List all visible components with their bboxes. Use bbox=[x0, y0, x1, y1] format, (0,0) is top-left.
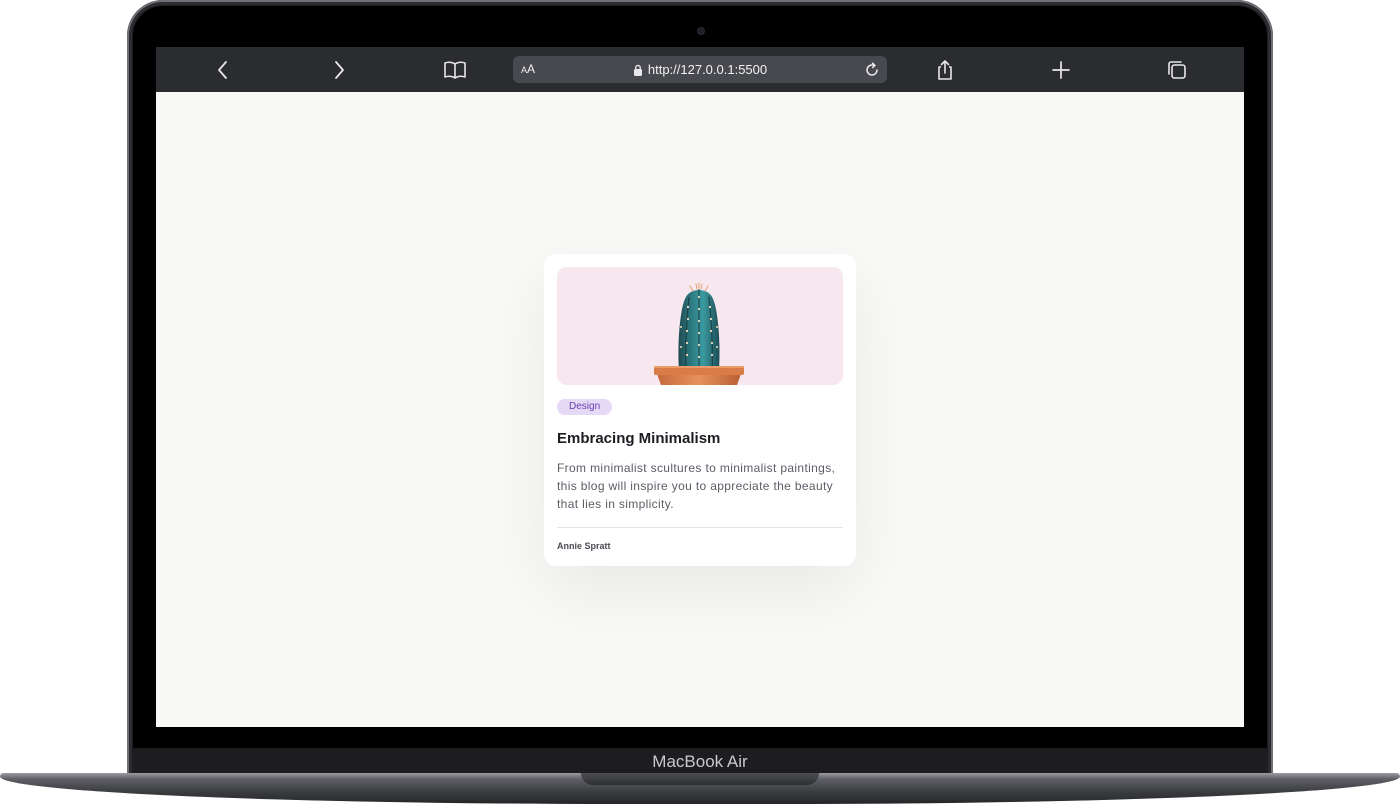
tabs-icon bbox=[1168, 61, 1186, 79]
chevron-right-icon bbox=[335, 61, 344, 79]
new-tab-button[interactable] bbox=[1046, 55, 1076, 85]
forward-button[interactable] bbox=[324, 55, 354, 85]
camera-icon bbox=[697, 27, 705, 35]
card-image bbox=[557, 267, 843, 385]
category-badge[interactable]: Design bbox=[557, 399, 613, 415]
blog-card[interactable]: Design Embracing Minimalism From minimal… bbox=[544, 254, 856, 566]
url-text: http://127.0.0.1:5500 bbox=[647, 62, 768, 77]
book-icon bbox=[444, 61, 466, 79]
back-button[interactable] bbox=[208, 55, 238, 85]
lock-icon bbox=[633, 64, 642, 76]
card-author: Annie Spratt bbox=[557, 541, 611, 551]
reload-button[interactable] bbox=[862, 60, 881, 79]
laptop-base-notch bbox=[581, 773, 819, 785]
web-page: Design Embracing Minimalism From minimal… bbox=[156, 92, 1244, 727]
address-bar[interactable]: AA http://127.0.0.1:5500 bbox=[513, 56, 887, 83]
browser-window: AA http://127.0.0.1:5500 Design Embracin… bbox=[156, 47, 1244, 727]
share-icon bbox=[938, 60, 952, 80]
plus-icon bbox=[1052, 61, 1070, 79]
url-display[interactable]: http://127.0.0.1:5500 bbox=[513, 56, 887, 83]
tabs-overview-button[interactable] bbox=[1162, 55, 1192, 85]
share-button[interactable] bbox=[930, 55, 960, 85]
card-divider bbox=[557, 527, 843, 528]
device-brand-label: MacBook Air bbox=[652, 752, 748, 771]
card-title[interactable]: Embracing Minimalism bbox=[557, 429, 843, 449]
browser-toolbar: AA http://127.0.0.1:5500 bbox=[156, 47, 1244, 92]
chevron-left-icon bbox=[218, 61, 227, 79]
reload-icon bbox=[865, 61, 878, 76]
card-description: From minimalist scultures to minimalist … bbox=[557, 461, 836, 511]
cactus-illustration bbox=[654, 282, 744, 385]
bookmarks-button[interactable] bbox=[440, 55, 470, 85]
